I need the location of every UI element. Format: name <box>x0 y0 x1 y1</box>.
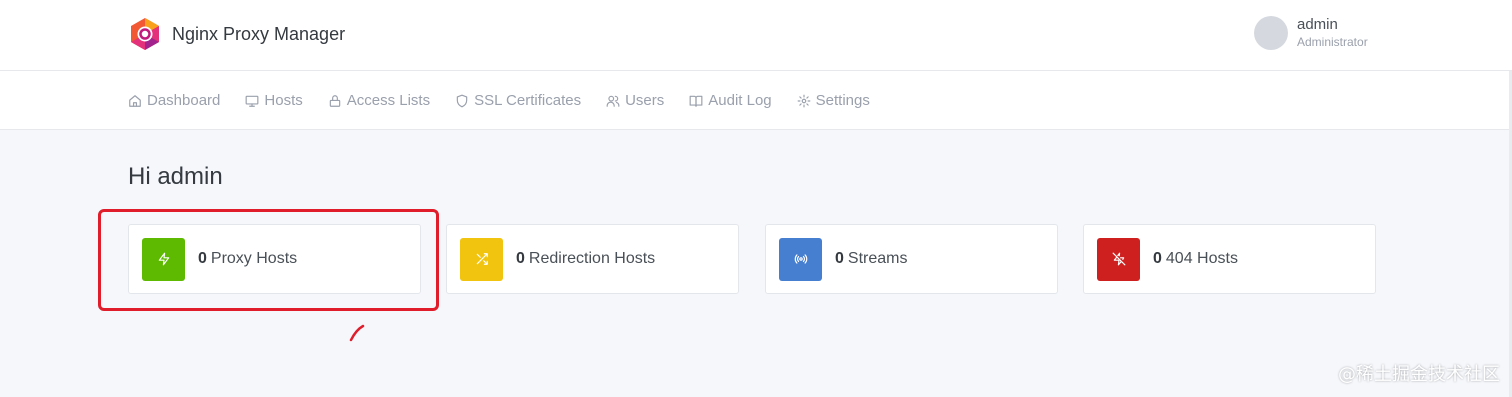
card-icon-stamp <box>142 237 185 281</box>
nav-item-ssl-certificates[interactable]: SSL Certificates <box>455 92 581 109</box>
user-name: admin <box>1297 16 1338 34</box>
user-menu[interactable]: admin Administrator <box>1254 16 1368 50</box>
card-label: Streams <box>847 250 908 267</box>
nav-item-label: Settings <box>815 92 870 109</box>
card-label: Proxy Hosts <box>210 250 298 267</box>
main-nav: Dashboard Hosts Access Lists SSL Certifi… <box>0 71 1512 130</box>
card-icon-stamp <box>779 237 822 281</box>
nginx-proxy-manager-logo <box>131 18 159 50</box>
card-icon-stamp <box>1097 237 1140 281</box>
gear-icon <box>797 94 811 107</box>
watermark: @稀土掘金技术社区 <box>1338 364 1500 385</box>
nav-item-label: Audit Log <box>708 92 772 109</box>
card-count: 0 <box>516 250 525 267</box>
card-count: 0 <box>198 250 207 267</box>
404-hosts-card[interactable]: 0 404 Hosts <box>1083 224 1376 294</box>
avatar <box>1254 16 1288 50</box>
page-title: Hi admin <box>128 163 223 190</box>
redirection-hosts-card[interactable]: 0 Redirection Hosts <box>446 224 739 294</box>
users-icon <box>606 95 620 107</box>
brand-link[interactable]: Nginx Proxy Manager <box>128 17 345 51</box>
lock-icon <box>329 94 340 107</box>
nav-item-label: SSL Certificates <box>474 92 582 109</box>
proxy-hosts-card[interactable]: 0 Proxy Hosts <box>128 224 421 294</box>
nav-item-hosts[interactable]: Hosts <box>245 92 303 109</box>
user-role: Administrator <box>1297 34 1368 49</box>
card-label: Redirection Hosts <box>528 250 656 267</box>
annotation-pen-stroke <box>349 324 365 342</box>
nav-item-label: Hosts <box>264 92 303 109</box>
streams-card[interactable]: 0 Streams <box>765 224 1058 294</box>
zap-icon <box>158 252 169 266</box>
top-header: Nginx Proxy Manager admin Administrator <box>0 0 1512 71</box>
book-open-icon <box>689 95 703 107</box>
nav-item-users[interactable]: Users <box>606 92 664 109</box>
shuffle-icon <box>476 253 488 265</box>
card-count: 0 <box>835 250 844 267</box>
nav-item-label: Dashboard <box>147 92 221 109</box>
shield-icon <box>456 94 468 107</box>
card-icon-stamp <box>460 237 503 281</box>
radio-icon <box>794 254 807 264</box>
nav-item-access-lists[interactable]: Access Lists <box>328 92 430 109</box>
home-icon <box>129 94 141 107</box>
nav-item-dashboard[interactable]: Dashboard <box>128 92 220 109</box>
nav-item-label: Users <box>625 92 665 109</box>
app-title: Nginx Proxy Manager <box>172 23 346 44</box>
zap-off-icon <box>1112 252 1125 266</box>
card-label: 404 Hosts <box>1165 250 1238 267</box>
monitor-icon <box>245 95 259 107</box>
card-count: 0 <box>1153 250 1162 267</box>
nav-item-settings[interactable]: Settings <box>797 92 870 109</box>
nav-item-audit-log[interactable]: Audit Log <box>689 92 772 109</box>
nav-item-label: Access Lists <box>346 92 431 109</box>
